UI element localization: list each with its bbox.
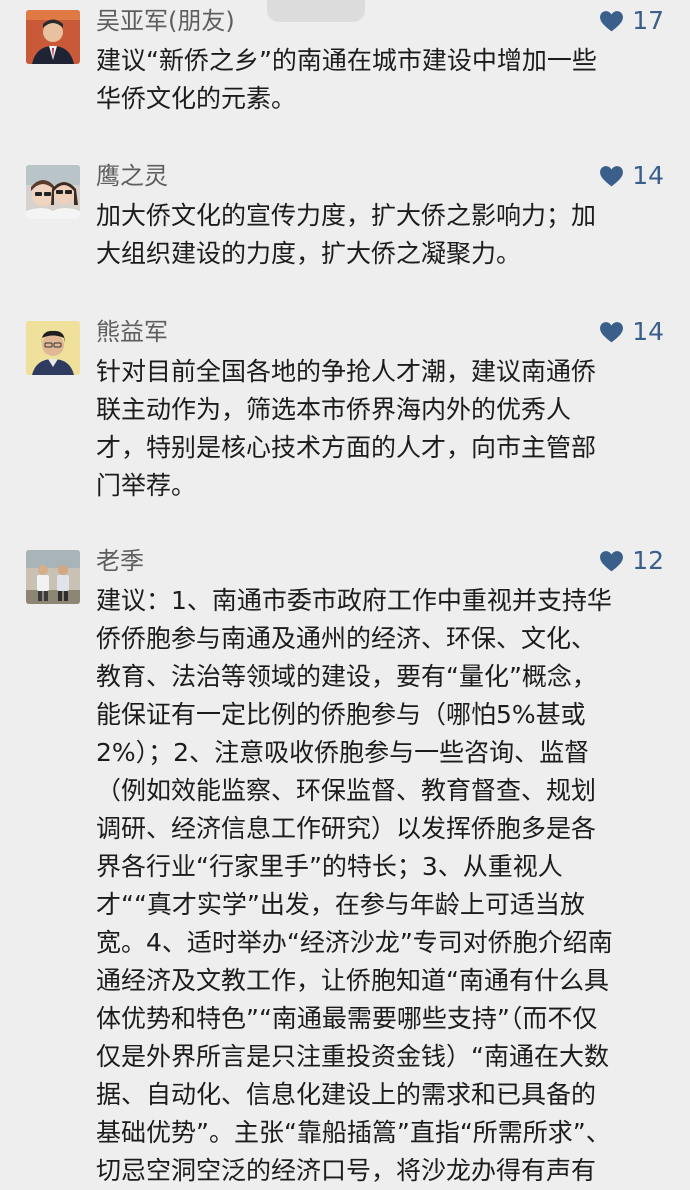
heart-icon xyxy=(600,166,624,187)
comment-text: 建议：1、南通市委市政府工作中重视并支持华 侨侨胞参与南通及通州的经济、环保、文… xyxy=(96,586,613,1185)
comment-item: 鹰之灵 14 加大侨文化的宣传力度，扩大侨之影响力；加 大组织建设的力度，扩大侨… xyxy=(0,159,690,289)
avatar[interactable] xyxy=(26,550,80,604)
like-button[interactable]: 12 xyxy=(599,544,664,578)
comment-item: 熊益军 14 针对目前全国各地的争抢人才潮，建议南通侨 联主动作为，筛选本市侨界… xyxy=(0,315,690,515)
heart-icon xyxy=(600,11,624,32)
avatar[interactable] xyxy=(26,165,80,219)
comment-text: 加大侨文化的宣传力度，扩大侨之影响力；加 大组织建设的力度，扩大侨之凝聚力。 xyxy=(96,201,597,268)
comment-text: 建议“新侨之乡”的南通在城市建设中增加一些 华侨文化的元素。 xyxy=(96,46,597,113)
like-count: 14 xyxy=(632,161,664,190)
like-button[interactable]: 14 xyxy=(599,315,664,349)
commenter-name[interactable]: 熊益军 xyxy=(96,315,168,349)
commenter-name[interactable]: 鹰之灵 xyxy=(96,159,168,193)
comment-item: 老季 12 建议：1、南通市委市政府工作中重视并支持华 侨侨胞参与南通及通州的经… xyxy=(0,544,690,1185)
comment-item: 吴亚军(朋友) 17 建议“新侨之乡”的南通在城市建设中增加一些 华侨文化的元素… xyxy=(0,4,690,134)
commenter-name[interactable]: 老季 xyxy=(96,544,144,578)
like-count: 12 xyxy=(632,546,664,575)
avatar[interactable] xyxy=(26,321,80,375)
commenter-name[interactable]: 吴亚军(朋友) xyxy=(96,4,235,38)
comment-text: 针对目前全国各地的争抢人才潮，建议南通侨 联主动作为，筛选本市侨界海内外的优秀人… xyxy=(96,357,597,500)
like-count: 14 xyxy=(632,317,664,346)
avatar[interactable] xyxy=(26,10,80,64)
heart-icon xyxy=(600,551,624,572)
heart-icon xyxy=(600,322,624,343)
like-count: 17 xyxy=(632,6,664,35)
like-button[interactable]: 17 xyxy=(599,4,664,38)
like-button[interactable]: 14 xyxy=(599,159,664,193)
